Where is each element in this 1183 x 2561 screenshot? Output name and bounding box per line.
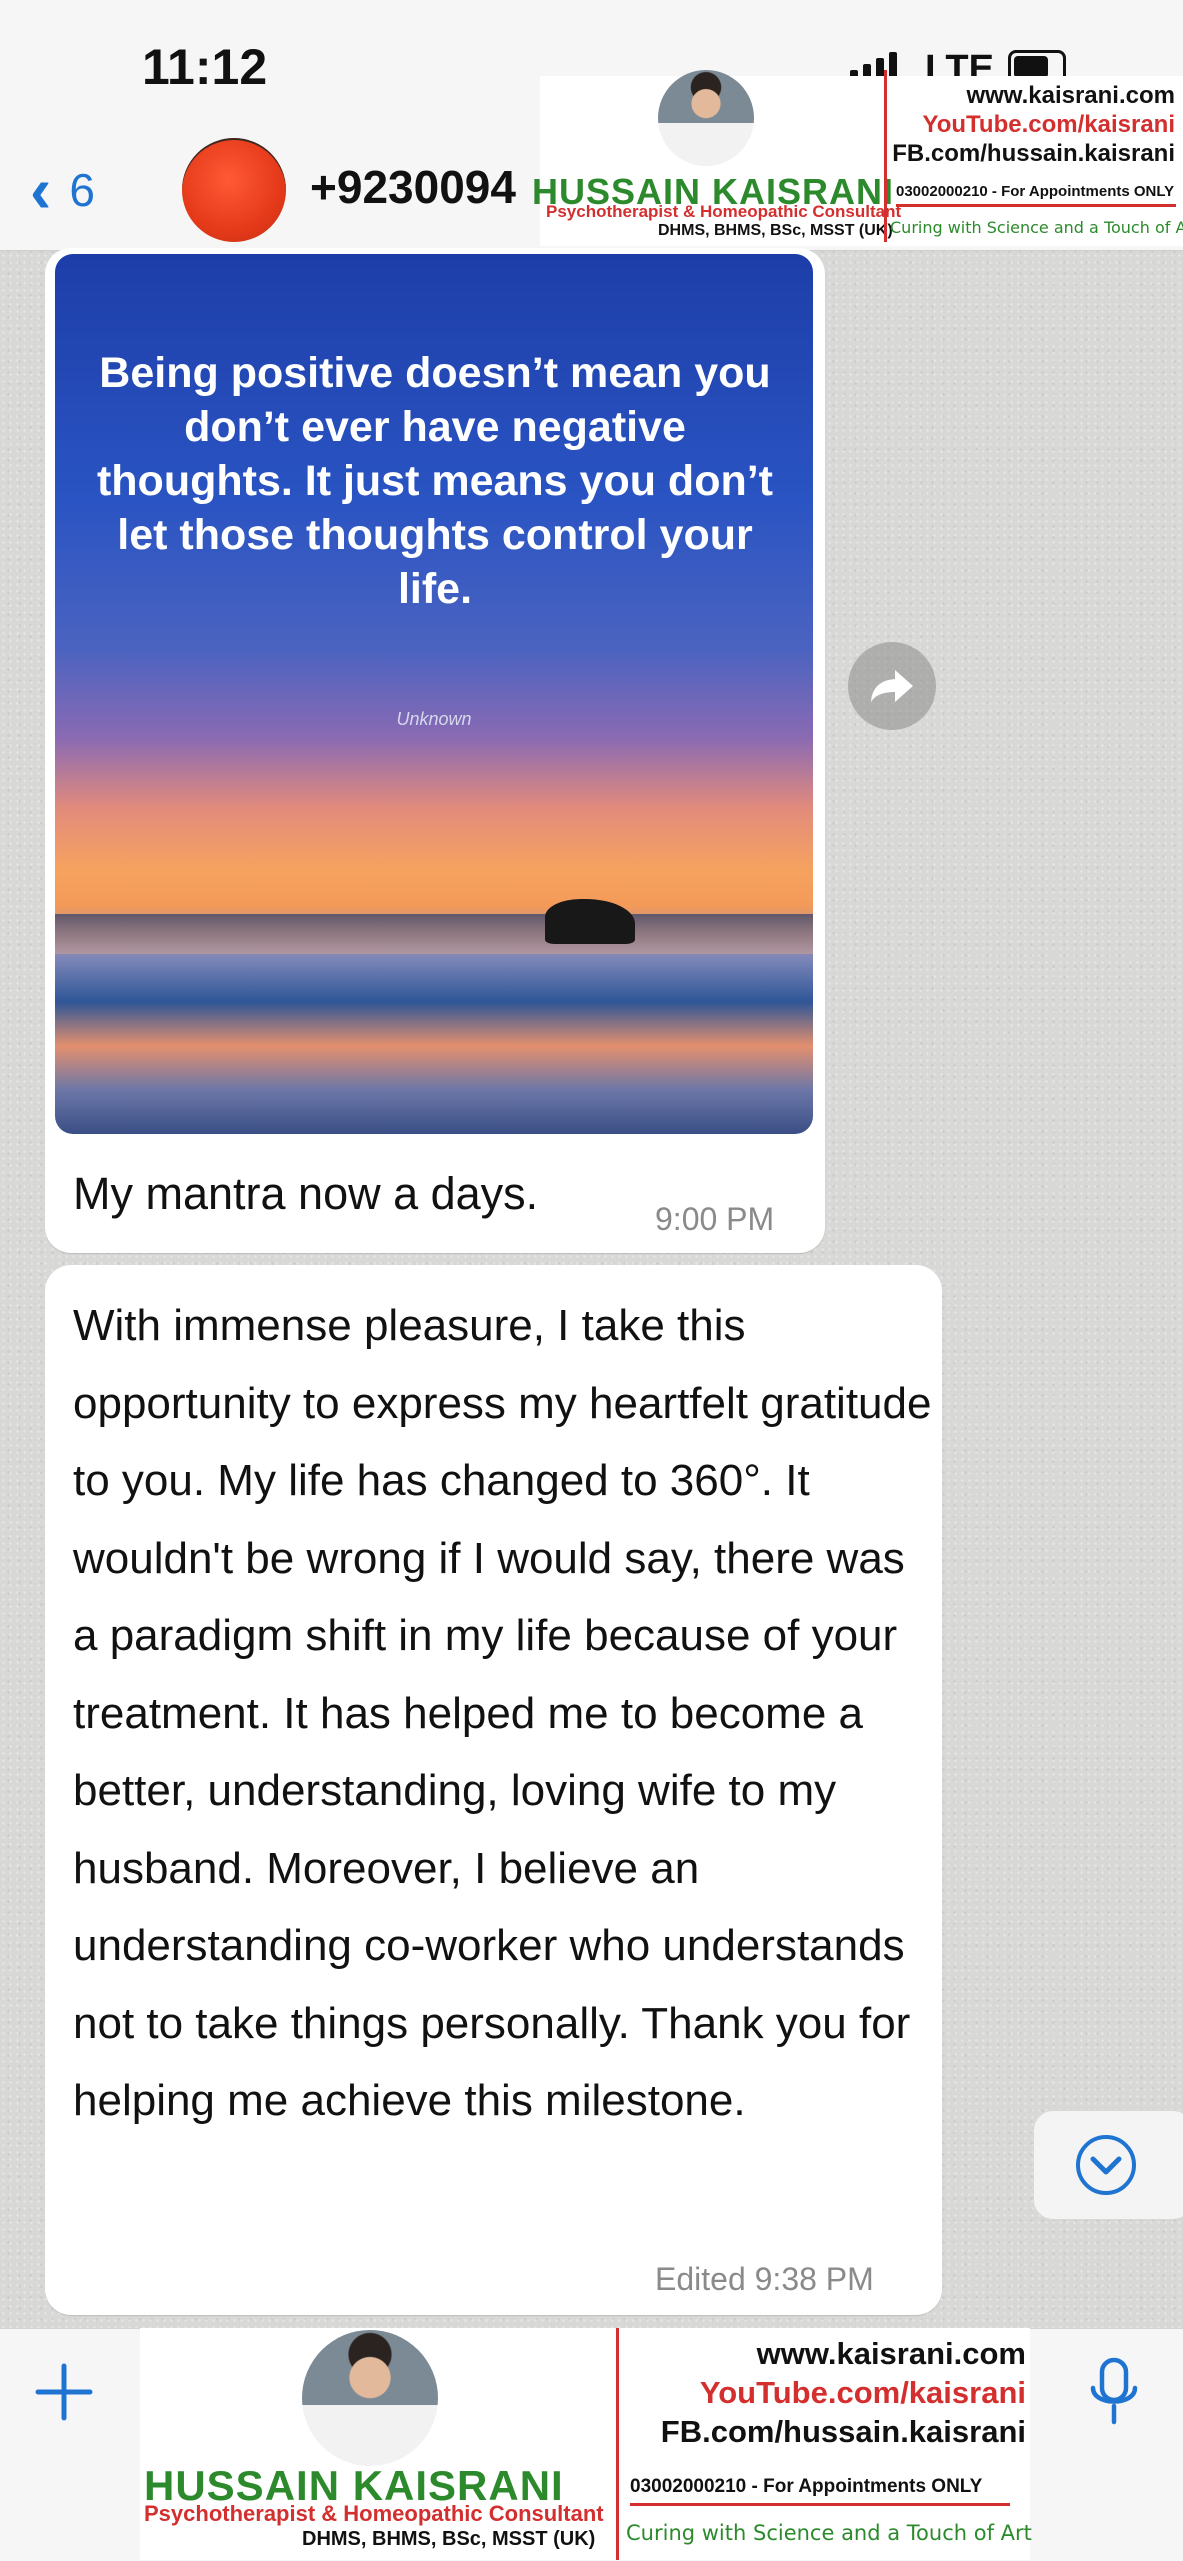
quote-image[interactable]: Being positive doesn’t mean you don’t ev…: [55, 254, 813, 1134]
quote-author: Unknown: [396, 709, 472, 729]
brand-appointments: 03002000210 - For Appointments ONLY: [630, 2476, 983, 2497]
back-button[interactable]: ‹ 6: [30, 150, 95, 230]
forward-arrow-icon: [871, 670, 913, 702]
message-time: 9:00 PM: [655, 1201, 775, 1237]
scroll-to-bottom-button[interactable]: [1033, 2110, 1183, 2220]
brand-degrees: DHMS, BHMS, BSc, MSST (UK): [302, 2528, 596, 2550]
attach-button[interactable]: [34, 2362, 94, 2427]
brand-youtube: YouTube.com/kaisrani: [699, 2375, 1026, 2410]
doctor-photo: [302, 2330, 438, 2466]
chevron-down-icon: [1076, 2135, 1136, 2195]
message-text: With immense pleasure, I take this oppor…: [73, 1301, 932, 2125]
rock-shape: [545, 899, 635, 944]
brand-youtube: YouTube.com/kaisrani: [922, 111, 1175, 138]
contact-avatar[interactable]: [182, 138, 286, 242]
message-image-bubble[interactable]: Being positive doesn’t mean you don’t ev…: [45, 248, 825, 1253]
brand-underline: [630, 2503, 1010, 2506]
plus-icon: [35, 2363, 93, 2421]
doctor-photo: [658, 70, 754, 166]
brand-title: Psychotherapist & Homeopathic Consultant: [546, 202, 902, 221]
brand-tagline: Curing with Science and a Touch of Art: [890, 218, 1183, 237]
brand-facebook: FB.com/hussain.kaisrani: [892, 140, 1175, 167]
brand-divider: [616, 2328, 619, 2560]
chevron-left-icon: ‹: [30, 154, 52, 226]
message-edited-time: Edited 9:38 PM: [655, 2261, 874, 2298]
brand-underline: [896, 204, 1176, 207]
brand-banner-top: HUSSAIN KAISRANI Psychotherapist & Homeo…: [532, 70, 1183, 246]
image-caption: My mantra now a days.: [73, 1168, 539, 1219]
voice-record-button[interactable]: [1088, 2356, 1140, 2433]
sea-horizon: [55, 914, 813, 954]
brand-website: www.kaisrani.com: [756, 2336, 1026, 2371]
brand-degrees: DHMS, BHMS, BSc, MSST (UK): [658, 222, 893, 239]
signal-icon: [850, 52, 902, 78]
brand-tagline: Curing with Science and a Touch of Art: [626, 2521, 1032, 2545]
forward-button[interactable]: [848, 642, 936, 730]
brand-title: Psychotherapist & Homeopathic Consultant: [144, 2501, 604, 2526]
brand-website: www.kaisrani.com: [966, 82, 1175, 109]
brand-banner-bottom: HUSSAIN KAISRANI Psychotherapist & Homeo…: [140, 2328, 1032, 2560]
message-time: 9:38 PM: [754, 2261, 874, 2297]
unread-count: 6: [69, 164, 95, 216]
brand-appointments: 03002000210 - For Appointments ONLY: [896, 183, 1175, 200]
brand-facebook: FB.com/hussain.kaisrani: [660, 2414, 1026, 2449]
microphone-icon: [1090, 2357, 1138, 2425]
brand-divider: [884, 70, 887, 242]
quote-text: Being positive doesn’t mean you don’t ev…: [96, 349, 774, 613]
contact-name[interactable]: +9230094: [310, 160, 516, 214]
message-text-bubble[interactable]: With immense pleasure, I take this oppor…: [45, 1265, 942, 2315]
edited-label: Edited: [655, 2261, 746, 2297]
status-time: 11:12: [142, 39, 268, 95]
